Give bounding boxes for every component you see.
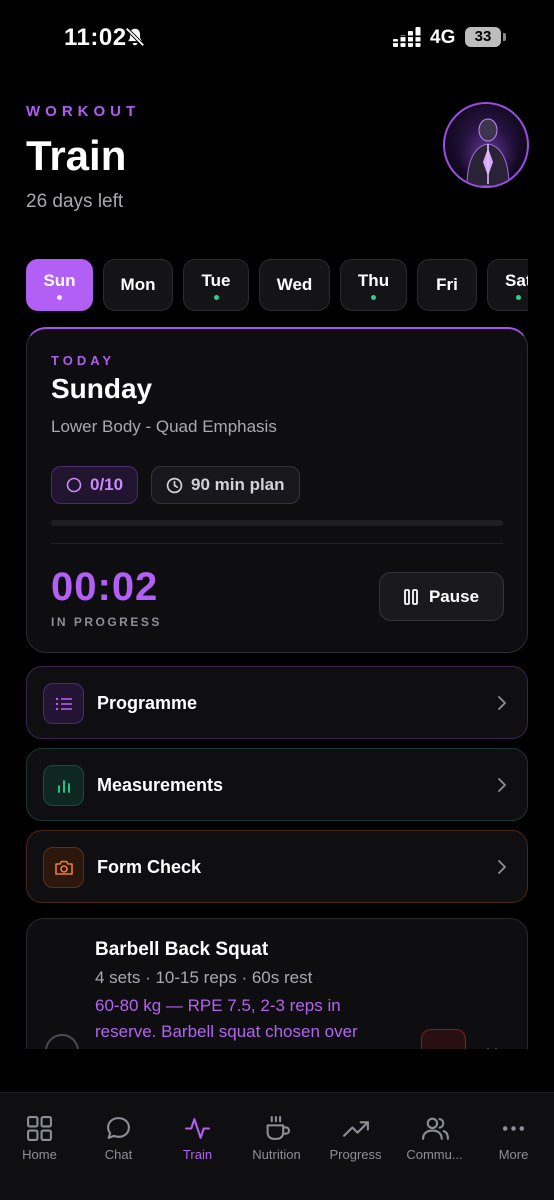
exercise-meta: 4 sets · 10-15 reps · 60s rest xyxy=(95,968,313,987)
programme-row[interactable]: Programme xyxy=(26,666,528,739)
days-left: 26 days left xyxy=(26,191,124,212)
day-label: Wed xyxy=(276,275,313,294)
day-label: Thu xyxy=(357,271,390,290)
measurements-label: Measurements xyxy=(97,775,224,795)
trending-up-icon xyxy=(343,1121,369,1137)
today-kicker: TODAY xyxy=(51,353,116,368)
avatar[interactable] xyxy=(443,102,529,188)
chevron-right-icon xyxy=(498,696,506,710)
timer-status: IN PROGRESS xyxy=(51,615,162,629)
battery-icon: 33 xyxy=(465,27,501,47)
activity-icon xyxy=(185,1118,210,1139)
day-tab-sun[interactable]: Sun xyxy=(26,259,93,311)
day-label: Tue xyxy=(201,271,231,290)
day-label: Sat xyxy=(505,271,528,290)
grid-icon xyxy=(27,1116,52,1141)
divider xyxy=(51,543,503,544)
exercise-name: Barbell Back Squat xyxy=(95,939,269,960)
programme-label: Programme xyxy=(97,693,198,713)
exercise-video-button[interactable] xyxy=(421,1029,466,1049)
today-card: TODAY Sunday Lower Body - Quad Emphasis … xyxy=(26,327,528,653)
network-type: 4G xyxy=(430,27,456,48)
nav-nutrition-label: Nutrition xyxy=(252,1147,301,1162)
day-dot xyxy=(213,295,219,300)
exercise-note: 60-80 kg — RPE 7.5, 2-3 reps in reserve.… xyxy=(95,996,364,1049)
bar-chart-icon xyxy=(57,779,70,793)
day-tab-fri[interactable]: Fri xyxy=(417,259,477,311)
nav-home-label: Home xyxy=(22,1147,57,1162)
nav-chat-label: Chat xyxy=(104,1147,133,1162)
nav-community-label: Commu... xyxy=(406,1147,463,1162)
list-icon xyxy=(55,697,72,710)
bottom-nav: Home Chat Train Nutrition Progress Commu… xyxy=(0,1092,554,1200)
nav-nutrition[interactable]: Nutrition xyxy=(237,1093,316,1200)
today-day: Sunday xyxy=(51,373,153,404)
day-dot xyxy=(371,295,376,300)
list-icon-box xyxy=(43,683,84,724)
chat-bubble-icon xyxy=(107,1117,130,1139)
plan-duration-chip: 90 min plan xyxy=(151,466,300,504)
day-label: Fri xyxy=(436,275,458,294)
form-check-row[interactable]: Form Check xyxy=(26,830,528,903)
today-focus: Lower Body - Quad Emphasis xyxy=(51,417,277,436)
nav-progress-label: Progress xyxy=(329,1147,382,1162)
day-tab-thu[interactable]: Thu xyxy=(340,259,407,311)
workout-progress-bar xyxy=(51,520,503,526)
section-eyebrow: WORKOUT xyxy=(26,103,141,120)
form-check-label: Form Check xyxy=(97,857,202,877)
nav-chat[interactable]: Chat xyxy=(79,1093,158,1200)
exercise-card[interactable]: Barbell Back Squat 4 sets · 10-15 reps ·… xyxy=(26,918,528,1049)
battery-tip xyxy=(503,33,506,41)
day-tab-mon[interactable]: Mon xyxy=(103,259,173,311)
page-title: Train xyxy=(26,132,127,179)
status-bar: 11:02 4G 33 xyxy=(0,0,554,80)
nav-more[interactable]: More xyxy=(474,1093,553,1200)
signal-icon xyxy=(393,27,421,47)
nav-train-label: Train xyxy=(182,1147,213,1162)
bar-chart-icon-box xyxy=(43,765,84,806)
exercise-complete-checkbox[interactable] xyxy=(45,1034,79,1049)
pause-label: Pause xyxy=(428,586,480,606)
chevron-right-icon xyxy=(498,778,506,792)
pause-icon xyxy=(404,588,418,605)
plan-duration: 90 min plan xyxy=(191,475,285,494)
day-tab-sat[interactable]: Sat xyxy=(487,259,528,311)
users-icon xyxy=(422,1117,449,1140)
measurements-row[interactable]: Measurements xyxy=(26,748,528,821)
exercise-list: Barbell Back Squat 4 sets · 10-15 reps ·… xyxy=(0,918,554,1049)
nav-train[interactable]: Train xyxy=(158,1093,237,1200)
chevron-right-icon xyxy=(498,860,506,874)
nav-progress[interactable]: Progress xyxy=(316,1093,395,1200)
day-label: Mon xyxy=(120,275,156,294)
camera-icon-box xyxy=(43,847,84,888)
day-tab-tue[interactable]: Tue xyxy=(183,259,249,311)
day-dot xyxy=(57,295,62,300)
day-selector: Sun Mon Tue Wed Thu Fri Sat xyxy=(26,259,528,311)
completed-chip: 0/10 xyxy=(51,466,139,504)
coffee-cup-icon xyxy=(266,1116,290,1140)
completed-count: 0/10 xyxy=(90,475,124,494)
avatar-figure-icon xyxy=(458,118,518,186)
nav-more-label: More xyxy=(498,1147,529,1162)
clock-icon xyxy=(166,477,183,493)
camera-icon xyxy=(54,860,73,875)
day-label: Sun xyxy=(43,271,76,290)
day-dot xyxy=(515,295,521,300)
more-dots-icon xyxy=(502,1126,525,1131)
pause-button[interactable]: Pause xyxy=(379,572,504,621)
workout-timer: 00:02 xyxy=(51,565,159,609)
bell-slash-icon xyxy=(125,27,145,47)
day-tab-wed[interactable]: Wed xyxy=(259,259,330,311)
status-time: 11:02 xyxy=(64,24,127,51)
chevrons-icon[interactable] xyxy=(483,1046,501,1049)
nav-community[interactable]: Commu... xyxy=(395,1093,474,1200)
circle-icon xyxy=(66,477,82,493)
nav-home[interactable]: Home xyxy=(0,1093,79,1200)
